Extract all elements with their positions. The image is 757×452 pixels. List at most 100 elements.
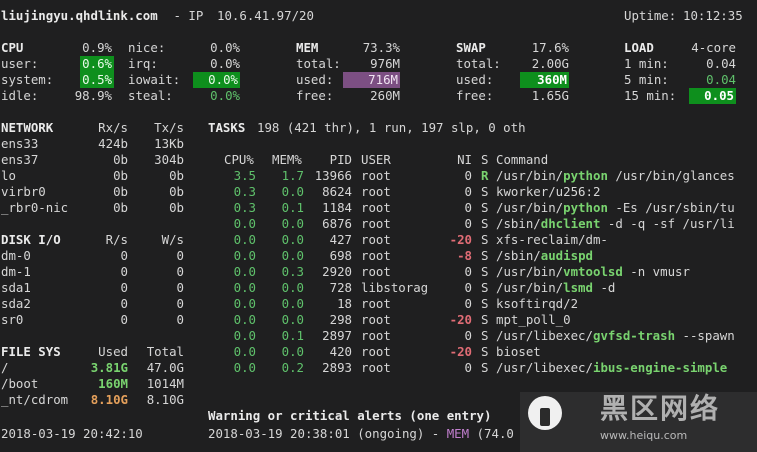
disk-device-name: dm-0 [1, 248, 31, 263]
proc-cpu: 0.0 [233, 328, 256, 343]
proc-command-name: gvfsd-trash [592, 328, 676, 343]
proc-nice: 0 [464, 360, 472, 375]
proc-command-path: kworker/u256:2 [496, 184, 601, 199]
proc-cpu: 0.0 [233, 360, 256, 375]
network-iface-tx: 0b [169, 200, 184, 215]
proc-pid: 8624 [322, 184, 352, 199]
alert-entry: 2018-03-19 20:38:01 (ongoing) - MEM (74.… [208, 426, 514, 442]
cpu-steal-label: steal: [128, 88, 173, 103]
proc-header-pid[interactable]: PID [296, 152, 352, 168]
network-iface-tx: 0b [169, 168, 184, 183]
network-tx-header: Tx/s [154, 120, 184, 135]
proc-pid: 2920 [322, 264, 352, 279]
proc-command-path: ksoftirqd/2 [496, 296, 579, 311]
proc-command: kworker/u256:2 [496, 184, 600, 200]
fs-mount-name: / [1, 360, 9, 375]
disk-device-name: sr0 [1, 312, 24, 327]
proc-status: S [481, 344, 489, 359]
footer-datetime: 2018-03-19 20:42:10 [1, 426, 143, 441]
proc-command-path: /sbin/ [496, 216, 541, 231]
cpu-idle-value: 98.9% [74, 88, 112, 103]
proc-header-ni[interactable]: NI [448, 152, 472, 168]
proc-user: root [361, 184, 391, 199]
proc-command: /sbin/audispd [496, 248, 593, 264]
proc-header-cpu[interactable]: CPU% [224, 152, 254, 168]
proc-command-args: -d -q -sf /usr/li [600, 216, 735, 231]
proc-command-name: dhclient [540, 216, 601, 231]
disk-device-write: 0 [176, 248, 184, 263]
proc-command-path: /usr/libexec/ [496, 360, 593, 375]
proc-command: /sbin/dhclient -d -q -sf /usr/li [496, 216, 735, 232]
network-iface-tx: 304b [154, 152, 184, 167]
swap-free-value: 1.65G [531, 88, 569, 103]
fs-title: FILE SYS [1, 344, 61, 359]
network-iface-rx: 0b [113, 152, 128, 167]
proc-header-user[interactable]: USER [361, 152, 391, 168]
tasks-title: TASKS [208, 120, 246, 135]
network-iface-name: virbr0 [1, 184, 46, 199]
proc-command-path: /usr/bin/ [496, 200, 564, 215]
swap-total-label: total: [456, 56, 501, 71]
proc-header-s[interactable]: S [481, 152, 488, 168]
disk-device-read: 0 [120, 312, 128, 327]
proc-command: bioset [496, 344, 541, 360]
swap-used-value: 360M [520, 72, 569, 88]
swap-total-value: 2.00G [531, 56, 569, 71]
proc-pid: 298 [329, 312, 352, 327]
proc-command-name: python [563, 200, 608, 215]
load-5min-label: 5 min: [624, 72, 669, 87]
proc-status: S [481, 264, 489, 279]
proc-command-path: /usr/bin/ [496, 168, 564, 183]
proc-nice: 0 [464, 280, 472, 295]
disk-device-read: 0 [120, 280, 128, 295]
proc-command-path: /usr/bin/ [496, 280, 564, 295]
proc-status: S [481, 280, 489, 295]
uptime-value: 10:12:35 [683, 8, 743, 23]
disk-device-write: 0 [176, 312, 184, 327]
tasks-summary: 198 (421 thr), 1 run, 197 slp, 0 oth [257, 120, 526, 135]
proc-pid: 18 [337, 296, 352, 311]
proc-command-name: ibus-engine-simple [592, 360, 728, 375]
mem-total-value: 976M [370, 56, 400, 71]
proc-user: libstorag [361, 280, 429, 295]
disk-device-read: 0 [120, 296, 128, 311]
alert-key: MEM [446, 426, 470, 441]
cpu-nice-label: nice: [128, 40, 166, 55]
proc-command-name: lsmd [563, 280, 593, 295]
proc-nice: 0 [464, 200, 472, 215]
cpu-system-value: 0.5% [80, 72, 114, 88]
proc-header-command[interactable]: Command [496, 152, 548, 168]
proc-pid: 1184 [322, 200, 352, 215]
cpu-title: CPU [1, 40, 24, 55]
proc-nice: -20 [449, 344, 472, 359]
proc-command-args: /usr/bin/glances [607, 168, 735, 183]
proc-command-path: /usr/bin/ [496, 264, 564, 279]
proc-nice: 0 [464, 184, 472, 199]
fs-used-header: Used [98, 344, 128, 359]
proc-nice: 0 [464, 216, 472, 231]
proc-status: S [481, 248, 489, 263]
proc-command: /usr/bin/python -Es /usr/sbin/tu [496, 200, 735, 216]
proc-command-args: --spawn [675, 328, 735, 343]
proc-command-args: -Es /usr/sbin/tu [607, 200, 735, 215]
mem-free-label: free: [296, 88, 334, 103]
proc-command: xfs-reclaim/dm- [496, 232, 608, 248]
load-5min-value: 0.04 [706, 72, 736, 87]
hostname: liujingyu.qhdlink.com [1, 8, 158, 23]
mem-used-label: used: [296, 72, 334, 87]
network-iface-name: ens33 [1, 136, 39, 151]
proc-cpu: 0.0 [233, 312, 256, 327]
network-iface-rx: 0b [113, 184, 128, 199]
disk-device-read: 0 [120, 248, 128, 263]
proc-cpu: 0.0 [233, 216, 256, 231]
mem-pct: 73.3% [362, 40, 400, 55]
proc-status: S [481, 312, 489, 327]
mem-free-value: 260M [370, 88, 400, 103]
proc-command: /usr/bin/vmtoolsd -n vmusr [496, 264, 690, 280]
disk-w-header: W/s [161, 232, 184, 247]
network-iface-name: ens37 [1, 152, 39, 167]
mem-total-label: total: [296, 56, 341, 71]
cpu-irq-value: 0.0% [210, 56, 240, 71]
alert-tail: (74.0 [469, 426, 514, 441]
proc-user: root [361, 312, 391, 327]
